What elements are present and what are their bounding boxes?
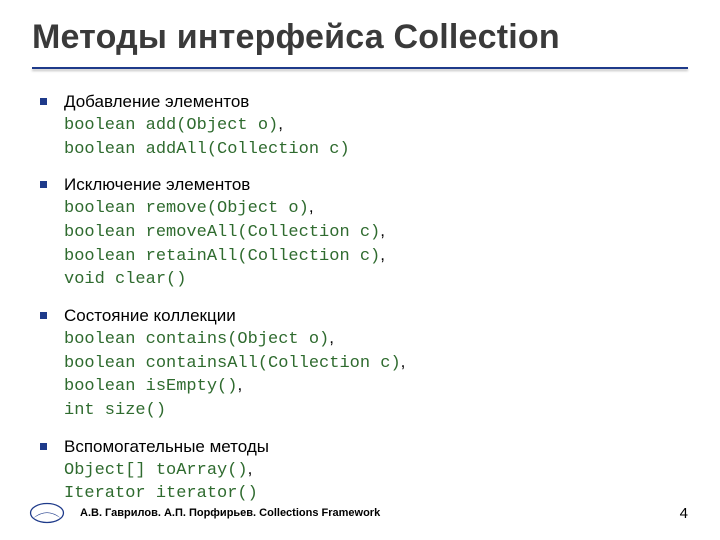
code-line: int size() <box>64 401 166 420</box>
item-heading: Добавление элементов <box>64 92 249 111</box>
page-title: Методы интерфейса Collection <box>32 18 688 57</box>
separator: , <box>329 328 334 347</box>
code-line: Object[] toArray() <box>64 461 248 480</box>
list-item: Исключение элементов boolean remove(Obje… <box>36 174 688 291</box>
slide: Методы интерфейса Collection Добавление … <box>0 0 720 540</box>
footer: А.В. Гаврилов. А.П. Порфирьев. Collectio… <box>0 500 720 526</box>
code-line: boolean containsAll(Collection c) <box>64 354 401 373</box>
code-line: boolean retainAll(Collection c) <box>64 247 380 266</box>
footer-left: А.В. Гаврилов. А.П. Порфирьев. Collectio… <box>28 500 380 526</box>
separator: , <box>401 352 406 371</box>
footer-text: А.В. Гаврилов. А.П. Порфирьев. Collectio… <box>80 507 380 519</box>
list-item: Вспомогательные методы Object[] toArray(… <box>36 436 688 505</box>
separator: , <box>278 114 283 133</box>
page-number: 4 <box>680 505 688 522</box>
separator: , <box>248 459 253 478</box>
divider <box>32 67 688 69</box>
separator: , <box>237 375 242 394</box>
code-line: boolean contains(Object o) <box>64 330 329 349</box>
item-heading: Исключение элементов <box>64 175 250 194</box>
code-line: boolean isEmpty() <box>64 377 237 396</box>
code-line: boolean removeAll(Collection c) <box>64 223 380 242</box>
code-line: void clear() <box>64 270 186 289</box>
list-item: Состояние коллекции boolean contains(Obj… <box>36 305 688 422</box>
code-line: boolean add(Object o) <box>64 116 278 135</box>
separator: , <box>309 197 314 216</box>
logo-icon <box>28 500 66 526</box>
item-heading: Состояние коллекции <box>64 306 236 325</box>
code-line: boolean addAll(Collection c) <box>64 140 350 159</box>
list-item: Добавление элементов boolean add(Object … <box>36 91 688 160</box>
code-line: boolean remove(Object o) <box>64 199 309 218</box>
bullet-list: Добавление элементов boolean add(Object … <box>32 91 688 505</box>
separator: , <box>380 221 385 240</box>
separator: , <box>380 245 385 264</box>
item-heading: Вспомогательные методы <box>64 437 269 456</box>
